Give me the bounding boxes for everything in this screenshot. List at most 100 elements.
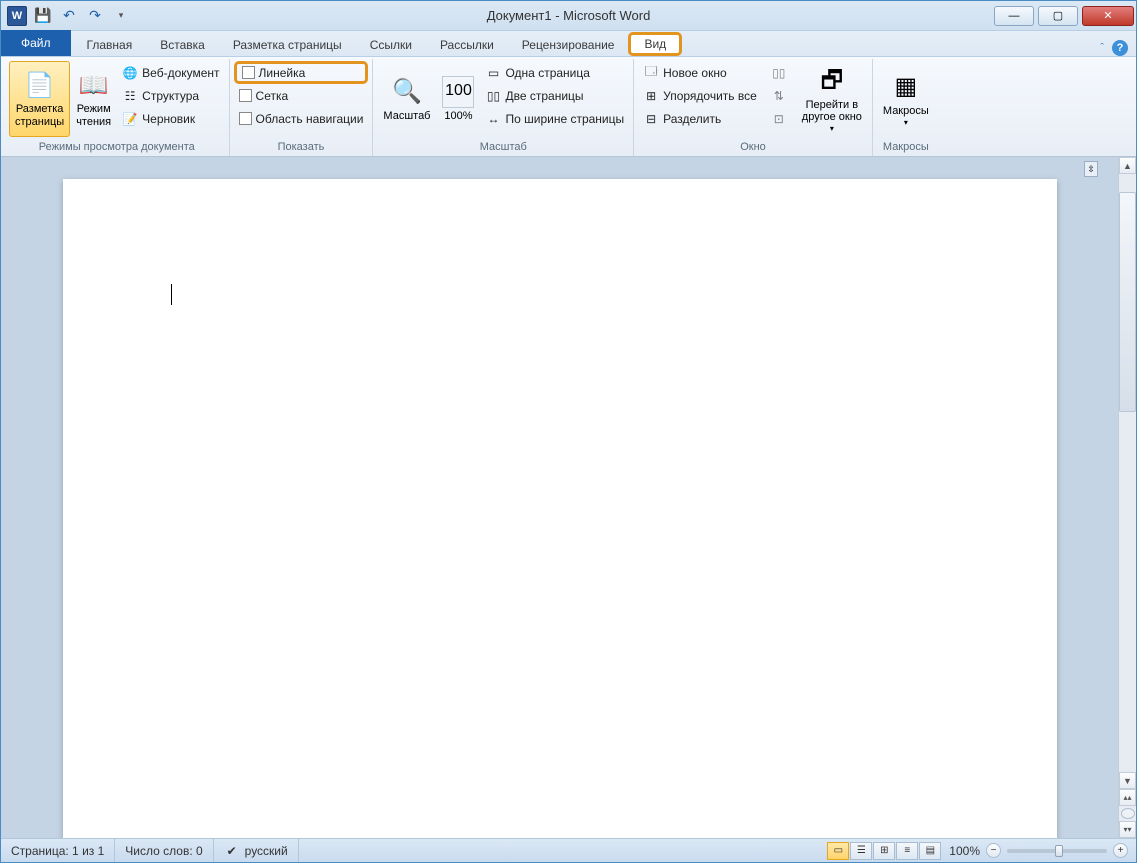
tab-references[interactable]: Ссылки xyxy=(356,32,426,56)
group-window: 🗔 Новое окно ⊞ Упорядочить все ⊟ Раздели… xyxy=(634,59,873,156)
ribbon: 📄 Разметка страницы 📖 Режим чтения 🌐 Веб… xyxy=(1,57,1136,157)
status-words[interactable]: Число слов: 0 xyxy=(115,839,213,862)
split-button[interactable]: ⊟ Разделить xyxy=(638,107,762,130)
view-print-layout-icon[interactable]: ▭ xyxy=(827,842,849,860)
status-language[interactable]: ✔ русский xyxy=(214,839,299,862)
status-page[interactable]: Страница: 1 из 1 xyxy=(1,839,115,862)
view-web-icon[interactable]: ⊞ xyxy=(873,842,895,860)
file-tab[interactable]: Файл xyxy=(1,30,71,56)
dropdown-arrow-icon: ▾ xyxy=(830,124,834,133)
group-zoom: 🔍 Масштаб 100 100% ▭ Одна страница ▯▯ Дв… xyxy=(373,59,634,156)
next-page-icon[interactable]: ▾▾ xyxy=(1119,821,1136,838)
zoom-out-button[interactable]: − xyxy=(986,843,1001,858)
page-width-label: По ширине страницы xyxy=(505,112,624,126)
macros-button[interactable]: ▦ Макросы ▾ xyxy=(877,61,935,137)
minimize-button[interactable]: — xyxy=(994,6,1034,26)
scroll-down-icon[interactable]: ▼ xyxy=(1119,772,1136,789)
group-document-views: 📄 Разметка страницы 📖 Режим чтения 🌐 Веб… xyxy=(5,59,230,156)
split-icon: ⊟ xyxy=(643,111,659,127)
view-side-button[interactable]: ▯▯ xyxy=(766,61,792,84)
new-window-label: Новое окно xyxy=(663,66,727,80)
arrange-all-button[interactable]: ⊞ Упорядочить все xyxy=(638,84,762,107)
split-label: Разделить xyxy=(663,112,721,126)
group-window-label: Окно xyxy=(638,139,868,156)
zoom-in-button[interactable]: + xyxy=(1113,843,1128,858)
group-show-label: Показать xyxy=(234,139,369,156)
tab-page-layout[interactable]: Разметка страницы xyxy=(219,32,356,56)
two-pages-label: Две страницы xyxy=(505,89,583,103)
ruler-checkbox[interactable]: Линейка xyxy=(234,61,369,84)
print-layout-button[interactable]: 📄 Разметка страницы xyxy=(9,61,70,137)
zoom-percent-label[interactable]: 100% xyxy=(949,844,980,858)
vertical-scrollbar[interactable]: ▲ ▼ ▴▴ ▾▾ xyxy=(1118,157,1136,838)
document-area: ⇳ ▲ ▼ ▴▴ ▾▾ xyxy=(1,157,1136,838)
scroll-up-icon[interactable]: ▲ xyxy=(1119,157,1136,174)
page-width-button[interactable]: ↔ По ширине страницы xyxy=(480,107,629,130)
document-scroll[interactable]: ⇳ xyxy=(1,157,1118,838)
one-page-label: Одна страница xyxy=(505,66,589,80)
nav-pane-checkbox[interactable]: Область навигации xyxy=(234,107,369,130)
browse-object-button[interactable] xyxy=(1121,808,1135,819)
draft-button[interactable]: 📝 Черновик xyxy=(117,107,224,130)
tab-review[interactable]: Рецензирование xyxy=(508,32,629,56)
word-app-icon[interactable]: W xyxy=(5,5,29,27)
switch-windows-label: Перейти в другое окно xyxy=(802,99,862,124)
tab-home[interactable]: Главная xyxy=(73,32,147,56)
status-bar: Страница: 1 из 1 Число слов: 0 ✔ русский… xyxy=(1,838,1136,862)
titlebar: W 💾 ↶ ↷ ▾ Документ1 - Microsoft Word — ▢… xyxy=(1,1,1136,31)
close-button[interactable]: ✕ xyxy=(1082,6,1134,26)
print-layout-icon: 📄 xyxy=(24,69,56,101)
minimize-ribbon-icon[interactable]: ˆ xyxy=(1100,42,1104,54)
tab-insert[interactable]: Вставка xyxy=(146,32,219,56)
quick-access-toolbar: W 💾 ↶ ↷ ▾ xyxy=(1,5,133,27)
view-outline-icon[interactable]: ≡ xyxy=(896,842,918,860)
document-page[interactable] xyxy=(63,179,1057,838)
window: W 💾 ↶ ↷ ▾ Документ1 - Microsoft Word — ▢… xyxy=(0,0,1137,863)
side-by-side-icon: ▯▯ xyxy=(771,65,787,81)
outline-button[interactable]: ☷ Структура xyxy=(117,84,224,107)
reset-pos-icon: ⊡ xyxy=(771,111,787,127)
ribbon-tabs: Файл Главная Вставка Разметка страницы С… xyxy=(1,31,1136,57)
tab-view[interactable]: Вид xyxy=(628,32,682,56)
save-icon[interactable]: 💾 xyxy=(31,5,55,27)
web-layout-button[interactable]: 🌐 Веб-документ xyxy=(117,61,224,84)
group-zoom-label: Масштаб xyxy=(377,139,629,156)
ruler-checkbox-box[interactable] xyxy=(242,66,255,79)
spellcheck-icon: ✔ xyxy=(224,843,240,859)
page-width-icon: ↔ xyxy=(485,111,501,127)
reading-mode-button[interactable]: 📖 Режим чтения xyxy=(70,61,117,137)
maximize-button[interactable]: ▢ xyxy=(1038,6,1078,26)
prev-page-icon[interactable]: ▴▴ xyxy=(1119,789,1136,806)
sync-scroll-button[interactable]: ⇅ xyxy=(766,84,792,107)
scrollbar-track[interactable] xyxy=(1119,412,1136,772)
zoom-controls: 100% − + xyxy=(941,843,1136,858)
new-window-button[interactable]: 🗔 Новое окно xyxy=(638,61,762,84)
reading-mode-label: Режим чтения xyxy=(76,103,111,128)
gridlines-checkbox-box[interactable] xyxy=(239,89,252,102)
switch-windows-button[interactable]: 🗗 Перейти в другое окно ▾ xyxy=(796,61,868,137)
zoom-button[interactable]: 🔍 Масштаб xyxy=(377,61,436,137)
tab-mailings[interactable]: Рассылки xyxy=(426,32,508,56)
group-macros: ▦ Макросы ▾ Макросы xyxy=(873,59,939,156)
zoom-slider[interactable] xyxy=(1007,849,1107,853)
reset-pos-button[interactable]: ⊡ xyxy=(766,107,792,130)
redo-icon[interactable]: ↷ xyxy=(83,5,107,27)
dropdown-arrow-icon: ▾ xyxy=(904,118,908,127)
help-icon[interactable]: ? xyxy=(1112,40,1128,56)
qat-customize-icon[interactable]: ▾ xyxy=(109,5,133,27)
view-draft-icon[interactable]: ▤ xyxy=(919,842,941,860)
view-reading-icon[interactable]: ☰ xyxy=(850,842,872,860)
one-page-button[interactable]: ▭ Одна страница xyxy=(480,61,629,84)
scrollbar-thumb[interactable] xyxy=(1119,192,1136,412)
gridlines-checkbox[interactable]: Сетка xyxy=(234,84,369,107)
ruler-toggle-button[interactable]: ⇳ xyxy=(1084,161,1098,177)
nav-pane-checkbox-box[interactable] xyxy=(239,112,252,125)
zoom-100-button[interactable]: 100 100% xyxy=(436,61,480,137)
zoom-slider-thumb[interactable] xyxy=(1055,845,1063,857)
undo-icon[interactable]: ↶ xyxy=(57,5,81,27)
zoom-100-icon: 100 xyxy=(442,76,474,108)
gridlines-label: Сетка xyxy=(256,89,289,103)
view-switcher: ▭ ☰ ⊞ ≡ ▤ 100% − + xyxy=(826,839,1136,862)
sync-scroll-icon: ⇅ xyxy=(771,88,787,104)
two-pages-button[interactable]: ▯▯ Две страницы xyxy=(480,84,629,107)
